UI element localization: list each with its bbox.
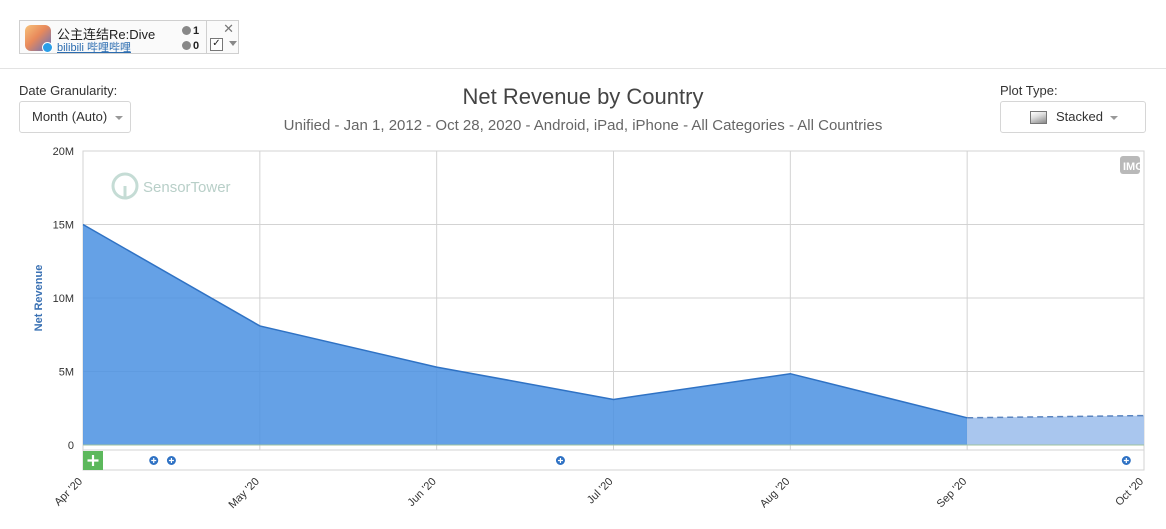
x-tick-label: Apr '20 bbox=[52, 476, 85, 509]
event-strip bbox=[82, 449, 1145, 471]
corner-badge-text: IMG bbox=[1123, 161, 1144, 173]
x-tick-label: Aug '20 bbox=[758, 476, 793, 511]
y-tick-label: 10M bbox=[53, 293, 74, 305]
revenue-chart: 0 5M 10M 15M 20M Net Revenue SensorTower IMG Apr… bbox=[33, 146, 1146, 511]
y-tick-label: 20M bbox=[53, 146, 74, 158]
projected-area bbox=[967, 415, 1144, 445]
y-axis-label: Net Revenue bbox=[33, 265, 45, 332]
y-tick-label: 5M bbox=[59, 367, 74, 379]
watermark-text: SensorTower bbox=[143, 179, 231, 196]
y-tick-label: 0 bbox=[68, 440, 74, 452]
x-tick-label: Sep '20 bbox=[935, 476, 970, 511]
x-tick-label: Oct '20 bbox=[1113, 476, 1146, 509]
x-tick-label: May '20 bbox=[226, 476, 261, 511]
x-tick-label: Jun '20 bbox=[405, 476, 438, 509]
x-tick-label: Jul '20 bbox=[585, 476, 616, 507]
y-tick-label: 15M bbox=[53, 220, 74, 232]
